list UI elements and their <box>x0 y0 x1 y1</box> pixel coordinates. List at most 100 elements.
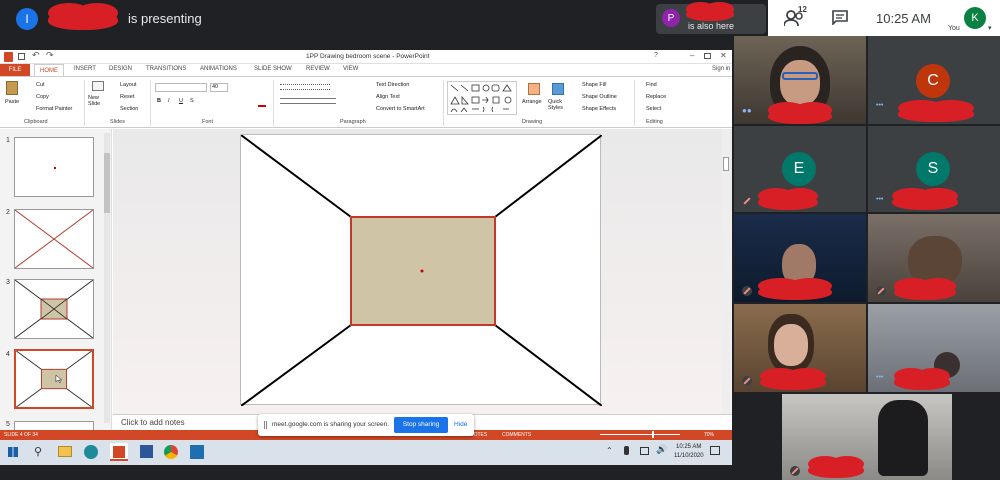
edge-icon[interactable] <box>84 445 98 459</box>
quick-styles-icon[interactable] <box>552 83 564 95</box>
find-button[interactable]: Find <box>646 82 657 88</box>
participant-tile[interactable]: C ••• <box>868 36 1000 124</box>
mic-off-icon <box>876 286 886 296</box>
slide-thumbnail[interactable] <box>14 209 94 269</box>
minimize-icon[interactable]: – <box>690 51 694 60</box>
app-icon[interactable] <box>190 445 204 459</box>
chrome-icon[interactable] <box>164 445 178 459</box>
text-direction-button[interactable]: Text Direction <box>376 82 409 88</box>
ppt-logo-icon <box>4 52 13 62</box>
chat-icon[interactable] <box>832 10 848 26</box>
close-icon[interactable]: ✕ <box>720 51 727 60</box>
shape-effects-button[interactable]: Shape Effects <box>582 106 616 112</box>
arrange-icon[interactable] <box>528 83 540 95</box>
scroll-thumb[interactable] <box>723 157 729 171</box>
slide[interactable] <box>240 134 603 407</box>
select-button[interactable]: Select <box>646 106 661 112</box>
word-icon[interactable] <box>140 445 153 458</box>
reset-button[interactable]: Reset <box>120 94 134 100</box>
slide-thumbnail[interactable] <box>14 279 94 339</box>
quick-styles-button[interactable]: Quick Styles <box>548 99 570 111</box>
tab-file[interactable]: FILE <box>0 64 30 76</box>
slide-thumbnail[interactable] <box>14 421 94 430</box>
also-here-avatar: P <box>662 9 680 27</box>
shapes-gallery[interactable] <box>447 81 517 115</box>
italic-button[interactable]: I <box>168 98 170 104</box>
tab-view[interactable]: VIEW <box>343 66 358 72</box>
participant-tile-video[interactable]: ●● <box>734 36 866 124</box>
zoom-handle[interactable] <box>652 431 654 438</box>
tab-insert[interactable]: INSERT <box>74 66 96 72</box>
volume-icon[interactable]: 🔊 <box>656 444 667 455</box>
participant-tile-video[interactable] <box>782 394 952 480</box>
new-slide-button[interactable]: New Slide <box>88 95 108 107</box>
maximize-icon[interactable] <box>704 53 711 59</box>
participant-tile[interactable]: E <box>734 126 866 212</box>
font-size-input[interactable]: 40 <box>210 83 228 92</box>
participant-tile-video[interactable] <box>868 214 1000 302</box>
taskbar-date: 11/10/2020 <box>674 453 704 459</box>
tab-slide-show[interactable]: SLIDE SHOW <box>254 66 292 72</box>
save-icon[interactable] <box>18 53 25 60</box>
notification-icon[interactable] <box>710 446 720 455</box>
undo-icon[interactable]: ↶ <box>32 50 40 61</box>
sign-in-link[interactable]: Sign in <box>712 66 730 72</box>
section-button[interactable]: Section <box>120 106 138 112</box>
bold-button[interactable]: B <box>157 98 161 104</box>
tab-design[interactable]: DESIGN <box>109 66 132 72</box>
participant-tile-video[interactable] <box>734 214 866 302</box>
font-color-icon[interactable] <box>258 105 266 107</box>
participant-tile-video[interactable]: ••• <box>868 304 1000 392</box>
redo-icon[interactable]: ↷ <box>46 50 54 61</box>
mic-tray-icon[interactable] <box>624 446 629 455</box>
tab-review[interactable]: REVIEW <box>306 66 330 72</box>
thumb-scrollbar[interactable] <box>104 133 110 423</box>
share-banner-text: meet.google.com is sharing your screen. <box>272 421 390 428</box>
also-here-chip[interactable]: P is also here <box>656 2 766 34</box>
copy-button[interactable]: Copy <box>36 94 49 100</box>
layout-button[interactable]: Layout <box>120 82 137 88</box>
powerpoint-taskbar-icon[interactable] <box>110 443 128 461</box>
align-icons[interactable] <box>280 98 336 104</box>
comments-toggle[interactable]: COMMENTS <box>502 432 531 438</box>
tab-animations[interactable]: ANIMATIONS <box>200 66 237 72</box>
shape-outline-button[interactable]: Shape Outline <box>582 94 617 100</box>
zoom-slider[interactable] <box>600 431 680 438</box>
mic-off-icon <box>742 376 752 386</box>
search-icon[interactable]: ⚲ <box>34 445 42 458</box>
tab-transitions[interactable]: TRANSITIONS <box>146 66 186 72</box>
convert-smartart-button[interactable]: Convert to SmartArt <box>376 106 425 112</box>
stop-sharing-button[interactable]: Stop sharing <box>394 417 448 433</box>
you-avatar[interactable]: K <box>964 7 986 29</box>
ppt-icon-square <box>113 446 125 458</box>
scroll-thumb[interactable] <box>104 153 110 213</box>
drag-handle-icon[interactable] <box>264 421 267 429</box>
align-text-button[interactable]: Align Text <box>376 94 400 100</box>
format-painter-button[interactable]: Format Painter <box>36 106 72 112</box>
font-name-input[interactable] <box>155 83 207 92</box>
windows-start-icon[interactable] <box>8 447 18 457</box>
new-slide-icon[interactable] <box>92 81 104 91</box>
help-icon[interactable]: ? <box>654 52 658 59</box>
arrange-button[interactable]: Arrange <box>522 99 542 105</box>
bullets-icon[interactable] <box>280 84 330 90</box>
chevron-down-icon[interactable]: ▾ <box>988 24 992 32</box>
replace-button[interactable]: Replace <box>646 94 666 100</box>
strikethrough-button[interactable]: S <box>190 98 194 104</box>
file-explorer-icon[interactable] <box>58 446 72 457</box>
hide-button[interactable]: Hide <box>454 421 467 428</box>
shape-fill-button[interactable]: Shape Fill <box>582 82 606 88</box>
network-icon[interactable] <box>640 447 649 455</box>
participant-tile[interactable]: S ••• <box>868 126 1000 212</box>
tray-chevron-icon[interactable]: ⌃ <box>606 446 613 455</box>
redaction-heart <box>808 456 864 478</box>
vertical-scrollbar[interactable] <box>722 129 730 414</box>
paste-button[interactable]: Paste <box>5 99 19 105</box>
underline-button[interactable]: U <box>179 98 183 104</box>
participant-tile-video[interactable] <box>734 304 866 392</box>
cut-button[interactable]: Cut <box>36 82 45 88</box>
slide-thumbnail[interactable] <box>14 137 94 197</box>
divider <box>150 80 151 126</box>
paste-icon[interactable] <box>6 81 18 95</box>
slide-thumbnail-selected[interactable] <box>14 349 94 409</box>
